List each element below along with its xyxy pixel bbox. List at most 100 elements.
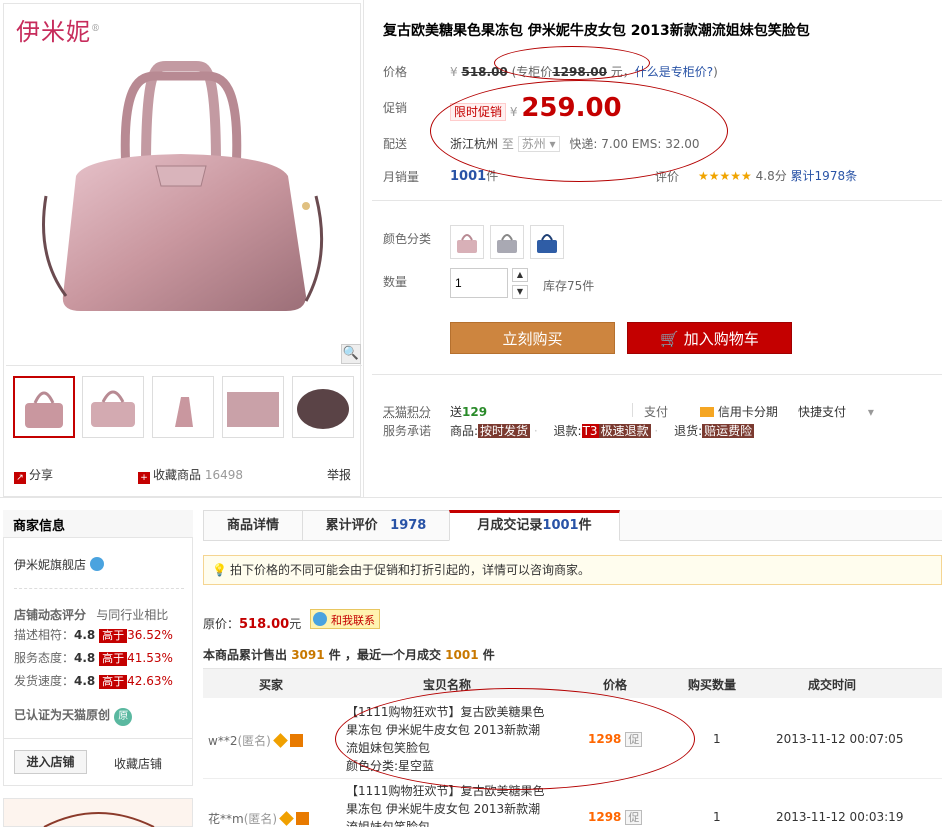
favorite-label: 收藏商品 (153, 468, 202, 482)
time-cell: 2013-11-12 00:07:05 (776, 732, 904, 746)
tab-details[interactable]: 商品详情 (203, 510, 303, 541)
dsr-label: 描述相符： (14, 628, 75, 642)
tab-records[interactable]: 月成交记录1001件 (449, 510, 620, 541)
favorite-button[interactable]: + 收藏商品 16498 (138, 466, 243, 484)
annotation-ellipse (335, 688, 695, 790)
service-return-tag[interactable]: 赔运费险 (702, 424, 755, 438)
price-cell: 1298 促 (588, 810, 643, 825)
color-option-pink[interactable] (450, 225, 484, 259)
lightbulb-icon: 💡 (212, 563, 227, 577)
tab-reviews[interactable]: 累计评价 1978 (302, 510, 450, 541)
annotation-ellipse (430, 80, 728, 182)
quantity-decrease-button[interactable]: ▼ (512, 285, 528, 299)
points-prefix: 送 (450, 405, 463, 419)
annotation-ellipse (494, 46, 650, 80)
item-name: 【1111购物狂欢节】复古欧美糖果色果冻包 伊米妮牛皮女包 2013新款潮流姐妹… (346, 784, 545, 827)
thumbnail-5[interactable] (292, 376, 354, 438)
color-option-blue[interactable] (530, 225, 564, 259)
points-value: 129 (462, 405, 488, 419)
favorite-icon: + (138, 472, 150, 484)
thumbnail-1[interactable] (13, 376, 75, 438)
wangwang-icon[interactable] (89, 557, 104, 571)
review-count-link[interactable]: 累计1978条 (791, 169, 858, 183)
tab-records-suffix: 件 (578, 518, 592, 533)
brand-logo: 伊米妮® (16, 12, 101, 47)
color-option-silver[interactable] (490, 225, 524, 259)
divider (372, 200, 942, 201)
quick-pay[interactable]: 快捷支付 ▾ (798, 403, 874, 420)
buyer-anon: (匿名) (243, 812, 278, 826)
service-goods-label: 商品: (450, 424, 479, 438)
vip-diamond-icon (272, 733, 288, 748)
color-swatch-icon (497, 234, 517, 253)
sales-label: 月销量 (383, 170, 420, 184)
color-swatch-icon (457, 234, 477, 253)
dsr-row: 发货速度：4.8 高于 42.63% (14, 672, 173, 689)
share-button[interactable]: ↗ 分享 (14, 466, 53, 484)
dsr-compare: 与同行业相比 (96, 608, 169, 622)
divider (632, 403, 633, 417)
color-label: 颜色分类 (383, 232, 432, 246)
product-title: 复古欧美糖果色果冻包 伊米妮牛皮女包 2013新款潮流姐妹包笑脸包 (383, 23, 810, 39)
certified-text: 已认证为天猫原创 (14, 708, 111, 722)
handbag-image (42, 61, 324, 311)
add-to-cart-button[interactable]: 🛒 加入购物车 (627, 322, 792, 354)
report-link[interactable]: 举报 (327, 466, 351, 483)
contact-seller-button[interactable]: 和我联系 (310, 609, 380, 629)
quantity-input[interactable] (450, 268, 508, 298)
dsr-title: 店铺动态评分 与同行业相比 (14, 606, 168, 623)
service-refund-tag[interactable]: 极速退款 (598, 424, 651, 438)
buyer-cell: w**2(匿名) (208, 732, 303, 749)
collect-shop-link[interactable]: 收藏店铺 (114, 755, 162, 772)
dsr-row: 服务态度：4.8 高于 41.53% (14, 649, 173, 666)
divider (3, 738, 193, 739)
orig-price-value: 518.00 (239, 617, 290, 632)
tab-records-label: 月成交记录 (477, 518, 543, 533)
enter-shop-button[interactable]: 进入店铺 (14, 750, 87, 774)
buyer-name: 花**m (208, 812, 244, 826)
record-price: 1298 (588, 810, 622, 824)
thumbnail-3[interactable] (152, 376, 214, 438)
review-row: ★★★★★ 4.8分 累计1978条 (698, 167, 857, 184)
divider (0, 497, 942, 498)
tab-details-label: 商品详情 (226, 518, 279, 533)
tab-reviews-label: 累计评价 (325, 518, 378, 533)
divider (363, 0, 364, 497)
buy-now-button[interactable]: 立刻购买 (450, 322, 615, 354)
original-badge-icon: 原 (114, 708, 133, 726)
service-return-label: 退货: (674, 424, 703, 438)
quantity-increase-button[interactable]: ▲ (512, 268, 528, 282)
dsr-pct: 41.53% (127, 651, 173, 665)
dsr-tag: 高于 (99, 675, 128, 689)
sales-summary: 本商品累计售出 3091 件 ，最近一个月成交 1001 件 (203, 646, 495, 663)
share-icon: ↗ (14, 472, 26, 484)
service-goods-tag[interactable]: 按时发货 (478, 424, 531, 438)
tab-records-count: 1001 (542, 518, 579, 533)
zoom-icon[interactable]: 🔍 (341, 344, 361, 364)
thumb-bag-side-icon (175, 397, 193, 427)
dsr-row: 描述相符：4.8 高于 36.52% (14, 626, 173, 643)
header-buyer: 买家 (259, 678, 284, 692)
sales-value: 1001 (450, 169, 487, 184)
logo-text: 伊米妮 (16, 18, 91, 46)
t3-badge: T3 (581, 424, 599, 438)
shop-name-row[interactable]: 伊米妮旗舰店 (14, 556, 104, 573)
banner-decoration-icon (43, 812, 155, 827)
thumbnail-4[interactable] (222, 376, 284, 438)
dsr-pct: 42.63% (127, 674, 173, 688)
points-row: 送129 (450, 403, 487, 420)
credit-installment[interactable]: 信用卡分期 (700, 403, 778, 420)
month-unit: 件 (482, 648, 495, 662)
divider (372, 374, 942, 375)
dsr-score: 4.8 (74, 651, 96, 665)
rating-stars: ★★★★★ (698, 169, 752, 183)
service-label: 服务承诺 (383, 424, 432, 438)
total-mid: 件 ，最近一个月成交 (328, 648, 441, 662)
main-product-image[interactable] (6, 6, 362, 366)
month-value: 1001 (445, 648, 479, 662)
shop-header: 商家信息 (3, 510, 193, 538)
registered-mark: ® (91, 24, 101, 34)
thumbnail-2[interactable] (82, 376, 144, 438)
buyer-anon: (匿名) (237, 734, 271, 748)
thumb-bag-icon (25, 391, 63, 428)
